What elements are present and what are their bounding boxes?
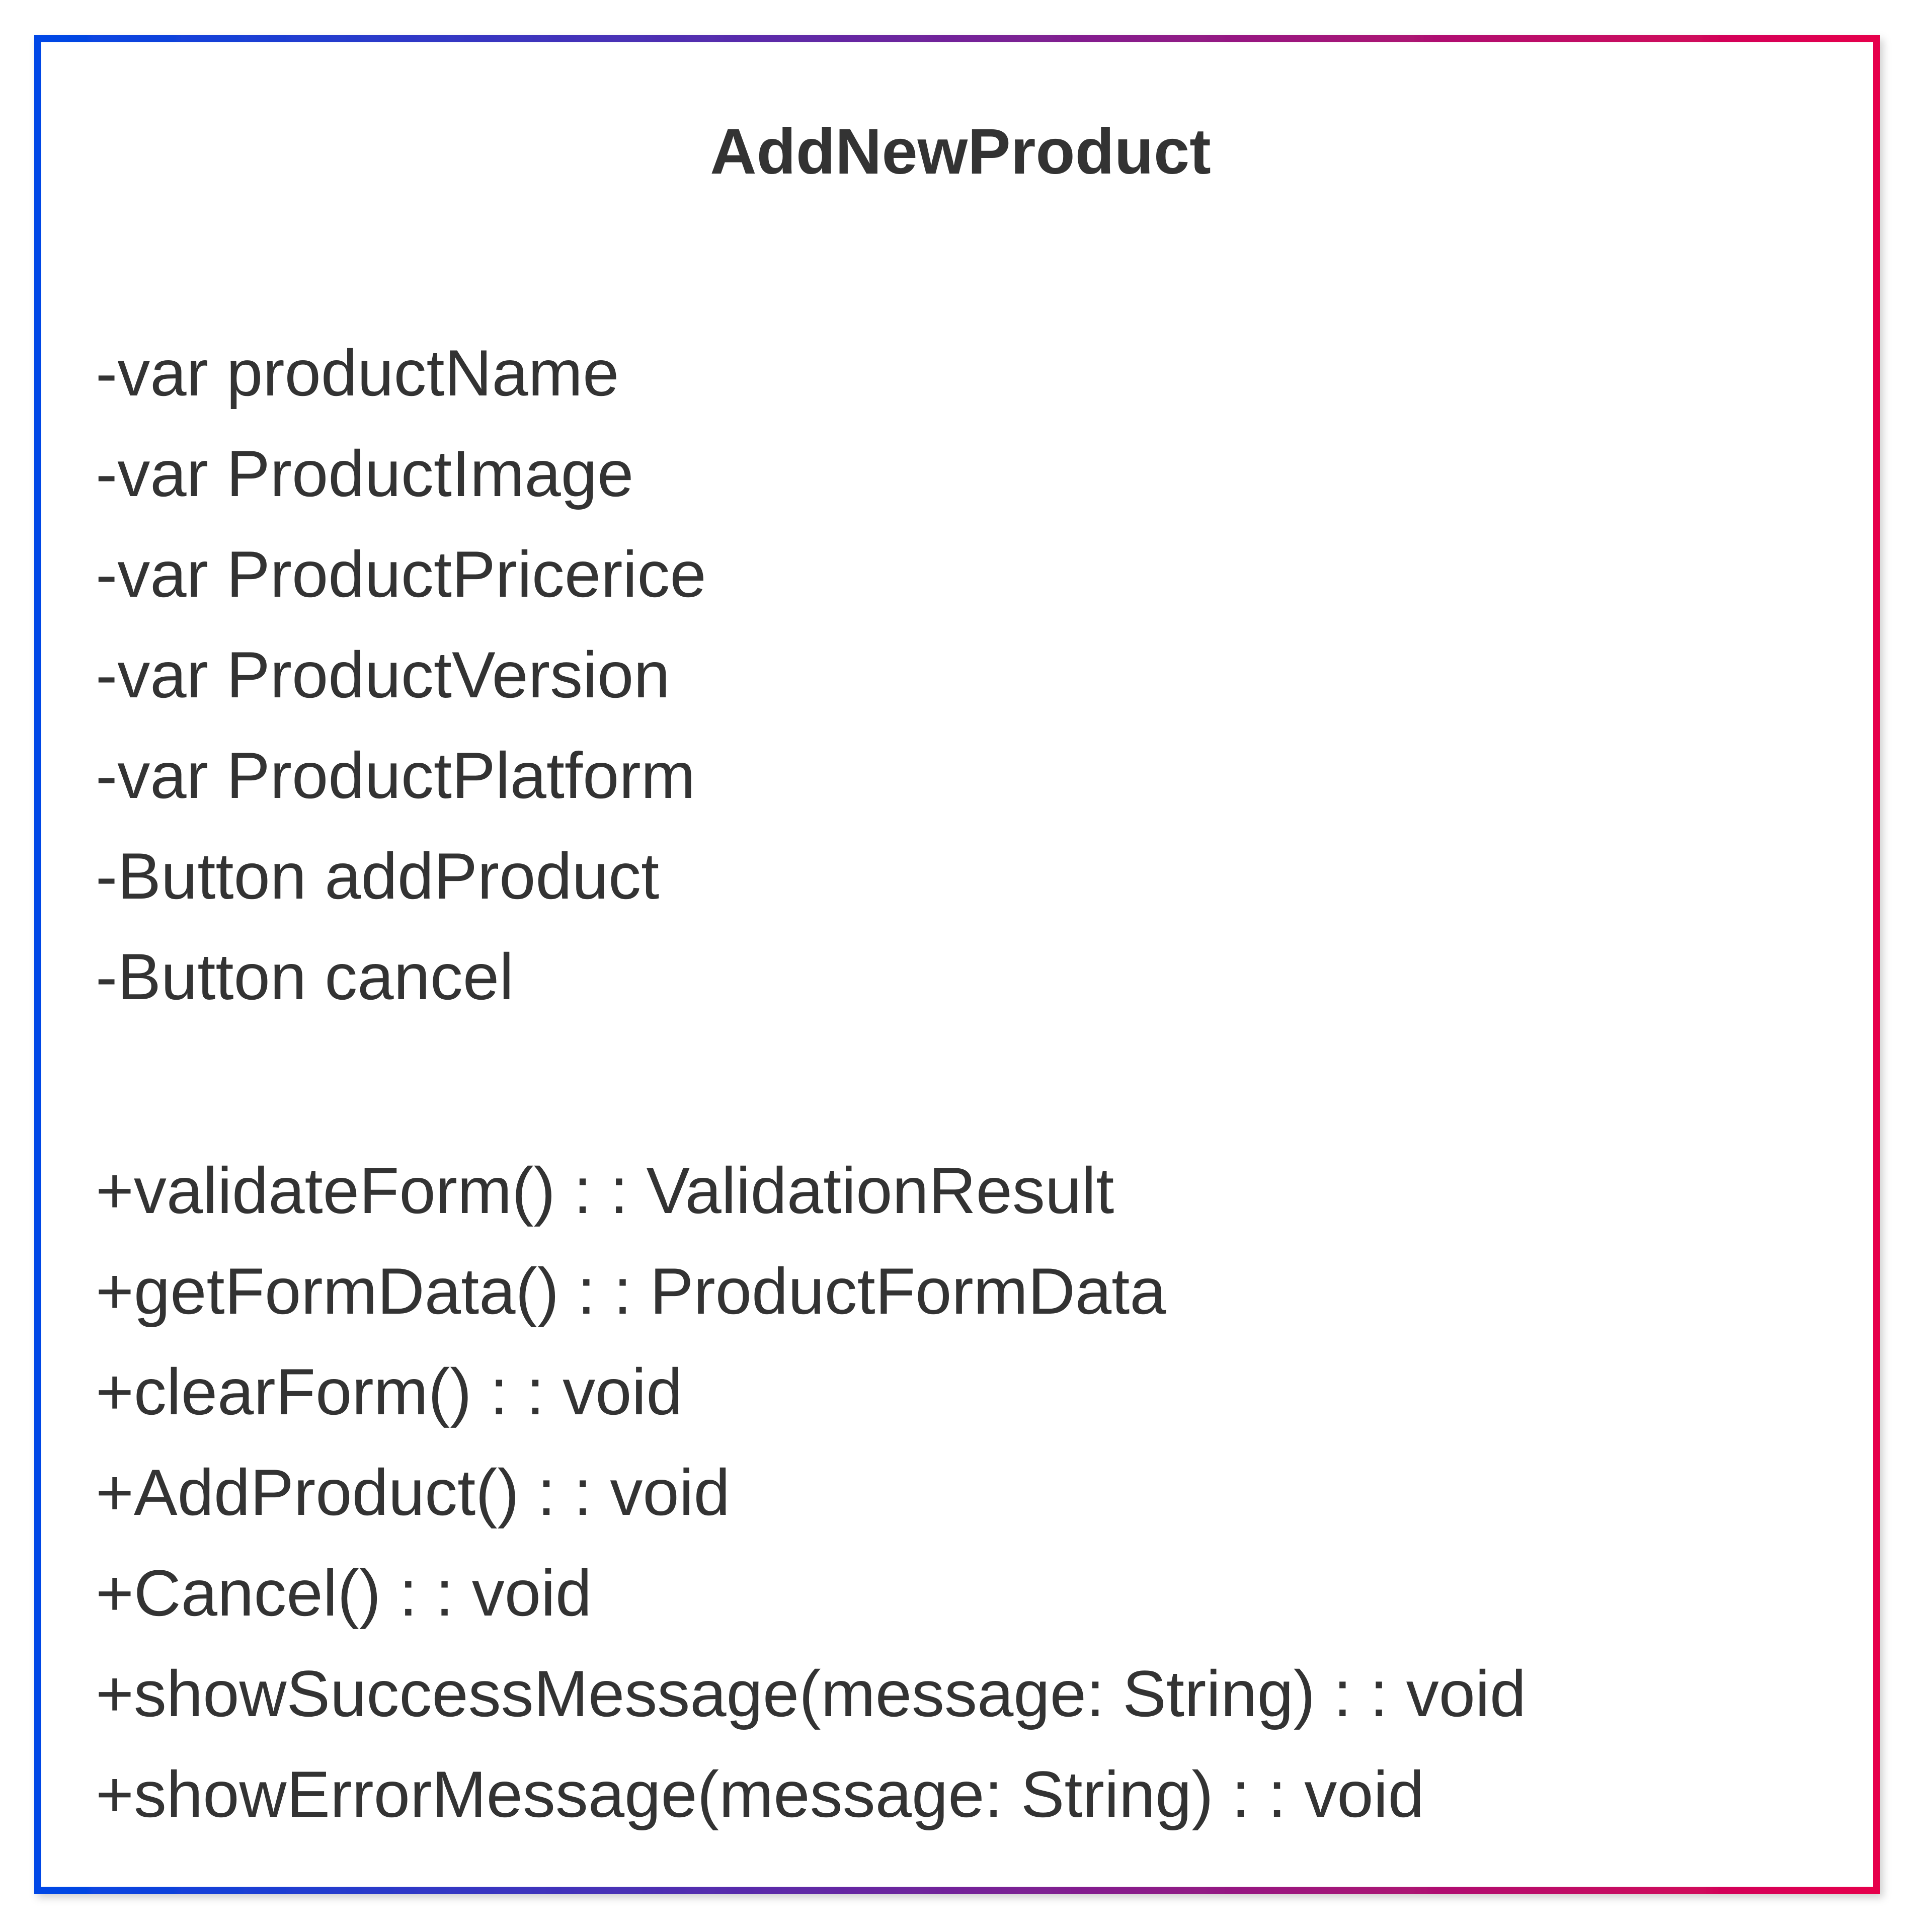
attribute-item: -var ProductPlatform [96, 739, 696, 812]
attribute-item: -var ProductImage [96, 437, 634, 510]
class-name: AddNewProduct [710, 116, 1211, 188]
attribute-item: -var productName [96, 336, 619, 410]
method-item: +showErrorMessage(message: String) : : v… [96, 1757, 1424, 1831]
attribute-item: -var ProductVersion [96, 638, 670, 711]
method-item: +getFormData() : : ProductFormData [96, 1254, 1166, 1328]
attribute-item: -Button cancel [96, 940, 514, 1013]
method-item: +AddProduct() : : void [96, 1456, 730, 1529]
method-item: +Cancel() : : void [96, 1556, 592, 1630]
method-item: +validateForm() : : ValidationResult [96, 1154, 1114, 1227]
attribute-item: -Button addProduct [96, 839, 660, 913]
method-item: +clearForm() : : void [96, 1355, 683, 1428]
attribute-item: -var ProductPricerice [96, 537, 706, 611]
method-item: +showSuccessMessage(message: String) : :… [96, 1657, 1527, 1730]
